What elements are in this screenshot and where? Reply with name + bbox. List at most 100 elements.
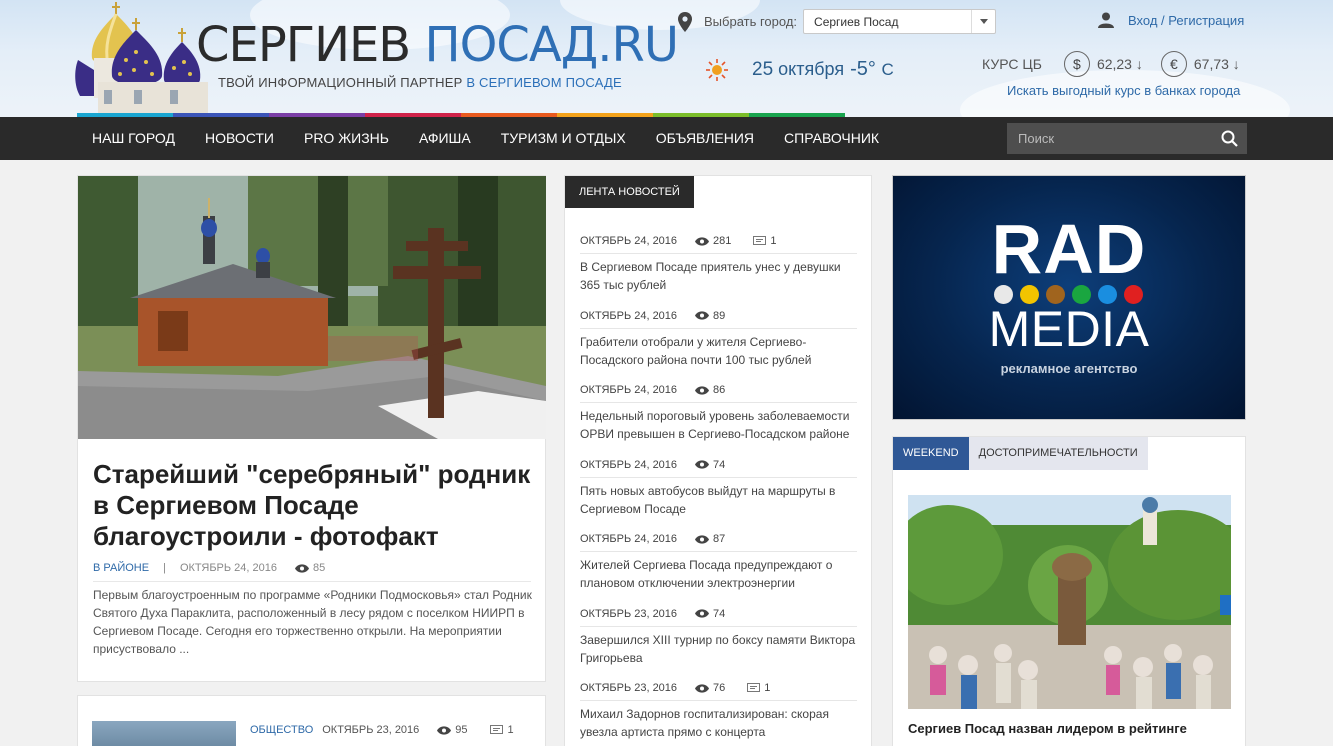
login-link[interactable]: Вход / Регистрация xyxy=(1098,12,1244,28)
news-views: 74 xyxy=(713,607,726,620)
news-feed-item: ОКТЯБРЬ 24, 2016 87 Жителей Сергиева Пос… xyxy=(580,532,857,607)
weekend-tabs: WEEKEND ДОСТОПРИМЕЧАТЕЛЬНОСТИ xyxy=(893,437,1148,470)
weekend-block: WEEKEND ДОСТОПРИМЕЧАТЕЛЬНОСТИ Сергиев По… xyxy=(892,436,1246,746)
featured-article-title[interactable]: Старейший "серебряный" родник в Сергиево… xyxy=(93,459,538,552)
news-views: 87 xyxy=(713,533,726,545)
bank-rates-link[interactable]: Искать выгодный курс в банках города xyxy=(1007,83,1240,98)
news-views: 76 xyxy=(713,682,726,694)
news-views: 74 xyxy=(713,458,726,471)
tab-sights[interactable]: ДОСТОПРИМЕЧАТЕЛЬНОСТИ xyxy=(968,437,1148,470)
article-comments: 1 xyxy=(507,724,514,736)
chevron-down-icon[interactable] xyxy=(971,10,995,33)
nav-item-our-city[interactable]: НАШ ГОРОД xyxy=(77,117,190,160)
news-feed-item: ОКТЯБРЬ 24, 2016 89 Грабители отобрали у… xyxy=(580,309,857,384)
logo-domes-icon[interactable] xyxy=(74,0,214,117)
sun-icon xyxy=(706,58,728,81)
weather-temp-value: -5° xyxy=(850,58,876,80)
comment-icon xyxy=(489,724,503,734)
eye-icon xyxy=(695,609,710,618)
article-date: ОКТЯБРЬ 24, 2016 xyxy=(179,562,277,574)
rates-label: КУРС ЦБ xyxy=(982,56,1042,72)
news-date: ОКТЯБРЬ 24, 2016 xyxy=(580,384,678,396)
weather-temp-unit: C xyxy=(881,60,894,79)
login-label: Вход / Регистрация xyxy=(1128,12,1245,28)
nav-item-ads[interactable]: ОБЪЯВЛЕНИЯ xyxy=(641,117,769,160)
currency-rates: КУРС ЦБ $ 62,23 ↓ € 67,73 ↓ xyxy=(982,51,1240,77)
tagline-highlight: В СЕРГИЕВОМ ПОСАДЕ xyxy=(466,75,622,90)
euro-icon: € xyxy=(1160,51,1187,77)
news-date: ОКТЯБРЬ 24, 2016 xyxy=(580,235,678,247)
search-input[interactable] xyxy=(1007,123,1207,154)
news-views: 86 xyxy=(713,384,726,396)
article-thumbnail[interactable] xyxy=(92,721,236,746)
logo-title-part2: ПОСАД.RU xyxy=(424,17,679,73)
map-pin-icon xyxy=(678,11,692,32)
article-views: 85 xyxy=(312,562,326,574)
weekend-article-title[interactable]: Сергиев Посад назван лидером в рейтинге xyxy=(908,721,1187,736)
eur-rate: 67,73 ↓ xyxy=(1193,56,1240,72)
nav-item-directory[interactable]: СПРАВОЧНИК xyxy=(769,117,894,160)
tab-news-feed[interactable]: ЛЕНТА НОВОСТЕЙ xyxy=(565,176,694,208)
news-title-link[interactable]: Жителей Сергиева Посада предупреждают о … xyxy=(580,556,857,592)
featured-article-excerpt: Первым благоустроенным по программе «Род… xyxy=(93,588,532,656)
article-category-link[interactable]: В РАЙОНЕ xyxy=(93,562,149,574)
news-feed-list: ОКТЯБРЬ 24, 2016 281 1 В Сергиевом Посад… xyxy=(580,234,857,746)
nav-item-afisha[interactable]: АФИША xyxy=(404,117,486,160)
eye-icon xyxy=(695,683,710,693)
news-date: ОКТЯБРЬ 24, 2016 xyxy=(580,309,678,322)
news-feed-item: ОКТЯБРЬ 24, 2016 86 Недельный пороговый … xyxy=(580,383,857,458)
nav-item-news[interactable]: НОВОСТИ xyxy=(190,117,289,160)
news-title-link[interactable]: Недельный пороговый уровень заболеваемос… xyxy=(580,407,857,443)
news-title-link[interactable]: Завершился XIII турнир по боксу памяти В… xyxy=(580,631,857,667)
logo-title-part1: СЕРГИЕВ xyxy=(196,17,411,73)
news-date: ОКТЯБРЬ 23, 2016 xyxy=(580,607,678,620)
city-dropdown[interactable]: Сергиев Посад xyxy=(803,9,997,34)
site-header: СЕРГИЕВ ПОСАД.RU ТВОЙ ИНФОРМАЦИОННЫЙ ПАР… xyxy=(0,0,1333,117)
ad-brand-line1: RAD xyxy=(991,210,1147,288)
site-tagline: ТВОЙ ИНФОРМАЦИОННЫЙ ПАРТНЕР В СЕРГИЕВОМ … xyxy=(218,75,622,90)
tagline-text: ТВОЙ ИНФОРМАЦИОННЫЙ ПАРТНЕР xyxy=(218,75,463,90)
nav-item-tourism[interactable]: ТУРИЗМ И ОТДЫХ xyxy=(486,117,641,160)
main-navigation: НАШ ГОРОД НОВОСТИ PRO ЖИЗНЬ АФИША ТУРИЗМ… xyxy=(0,117,1333,160)
featured-article-image[interactable] xyxy=(78,176,546,439)
news-feed: ЛЕНТА НОВОСТЕЙ ОКТЯБРЬ 24, 2016 281 1 В … xyxy=(564,175,872,746)
news-feed-item: ОКТЯБРЬ 24, 2016 74 Пять новых автобусов… xyxy=(580,458,857,533)
news-date: ОКТЯБРЬ 24, 2016 xyxy=(580,458,678,471)
article-card-meta: ОБЩЕСТВО ОКТЯБРЬ 23, 2016 95 1 xyxy=(250,724,514,736)
news-title-link[interactable]: В Сергиевом Посаде приятель унес у девуш… xyxy=(580,258,857,294)
eye-icon xyxy=(695,385,710,395)
eye-icon xyxy=(695,534,710,544)
dollar-icon: $ xyxy=(1063,51,1090,77)
article-category-link[interactable]: ОБЩЕСТВО xyxy=(250,724,313,736)
ad-brand-line2: MEDIA xyxy=(988,301,1150,357)
news-date: ОКТЯБРЬ 24, 2016 xyxy=(580,533,678,545)
city-selected-value: Сергиев Посад xyxy=(814,15,899,29)
city-label: Выбрать город: xyxy=(704,14,798,29)
news-comments: 1 xyxy=(764,682,771,694)
weather-date: 25 октября xyxy=(752,59,844,81)
news-comments: 1 xyxy=(770,235,777,247)
eye-icon xyxy=(695,236,710,246)
eye-icon xyxy=(437,725,452,735)
news-feed-item: ОКТЯБРЬ 24, 2016 281 1 В Сергиевом Посад… xyxy=(580,234,857,309)
news-title-link[interactable]: Пять новых автобусов выйдут на маршруты … xyxy=(580,482,857,518)
weather-temperature: -5° C xyxy=(850,58,894,81)
weather-widget: 25 октября -5° C xyxy=(706,58,894,81)
site-logo-title[interactable]: СЕРГИЕВ ПОСАД.RU xyxy=(196,17,679,73)
news-title-link[interactable]: Михаил Задорнов госпитализирован: скорая… xyxy=(580,705,857,741)
search-icon[interactable] xyxy=(1221,130,1238,147)
weekend-article-image[interactable] xyxy=(908,495,1231,709)
search-box xyxy=(1007,123,1247,154)
nav-item-pro-life[interactable]: PRO ЖИЗНЬ xyxy=(289,117,404,160)
featured-article: Старейший "серебряный" родник в Сергиево… xyxy=(77,175,546,682)
rad-media-ad-banner[interactable]: RAD MEDIA рекламное агентство xyxy=(892,175,1246,420)
comment-icon xyxy=(753,235,767,245)
weather-day: 25 xyxy=(752,58,774,80)
news-title-link[interactable]: Грабители отобрали у жителя Сергиево-Пос… xyxy=(580,333,857,369)
article-views: 95 xyxy=(455,724,468,736)
eye-icon xyxy=(294,563,309,573)
article-card: ОБЩЕСТВО ОКТЯБРЬ 23, 2016 95 1 xyxy=(77,695,546,746)
tab-weekend[interactable]: WEEKEND xyxy=(893,437,969,470)
eye-icon xyxy=(695,460,710,469)
comment-icon xyxy=(747,682,761,692)
